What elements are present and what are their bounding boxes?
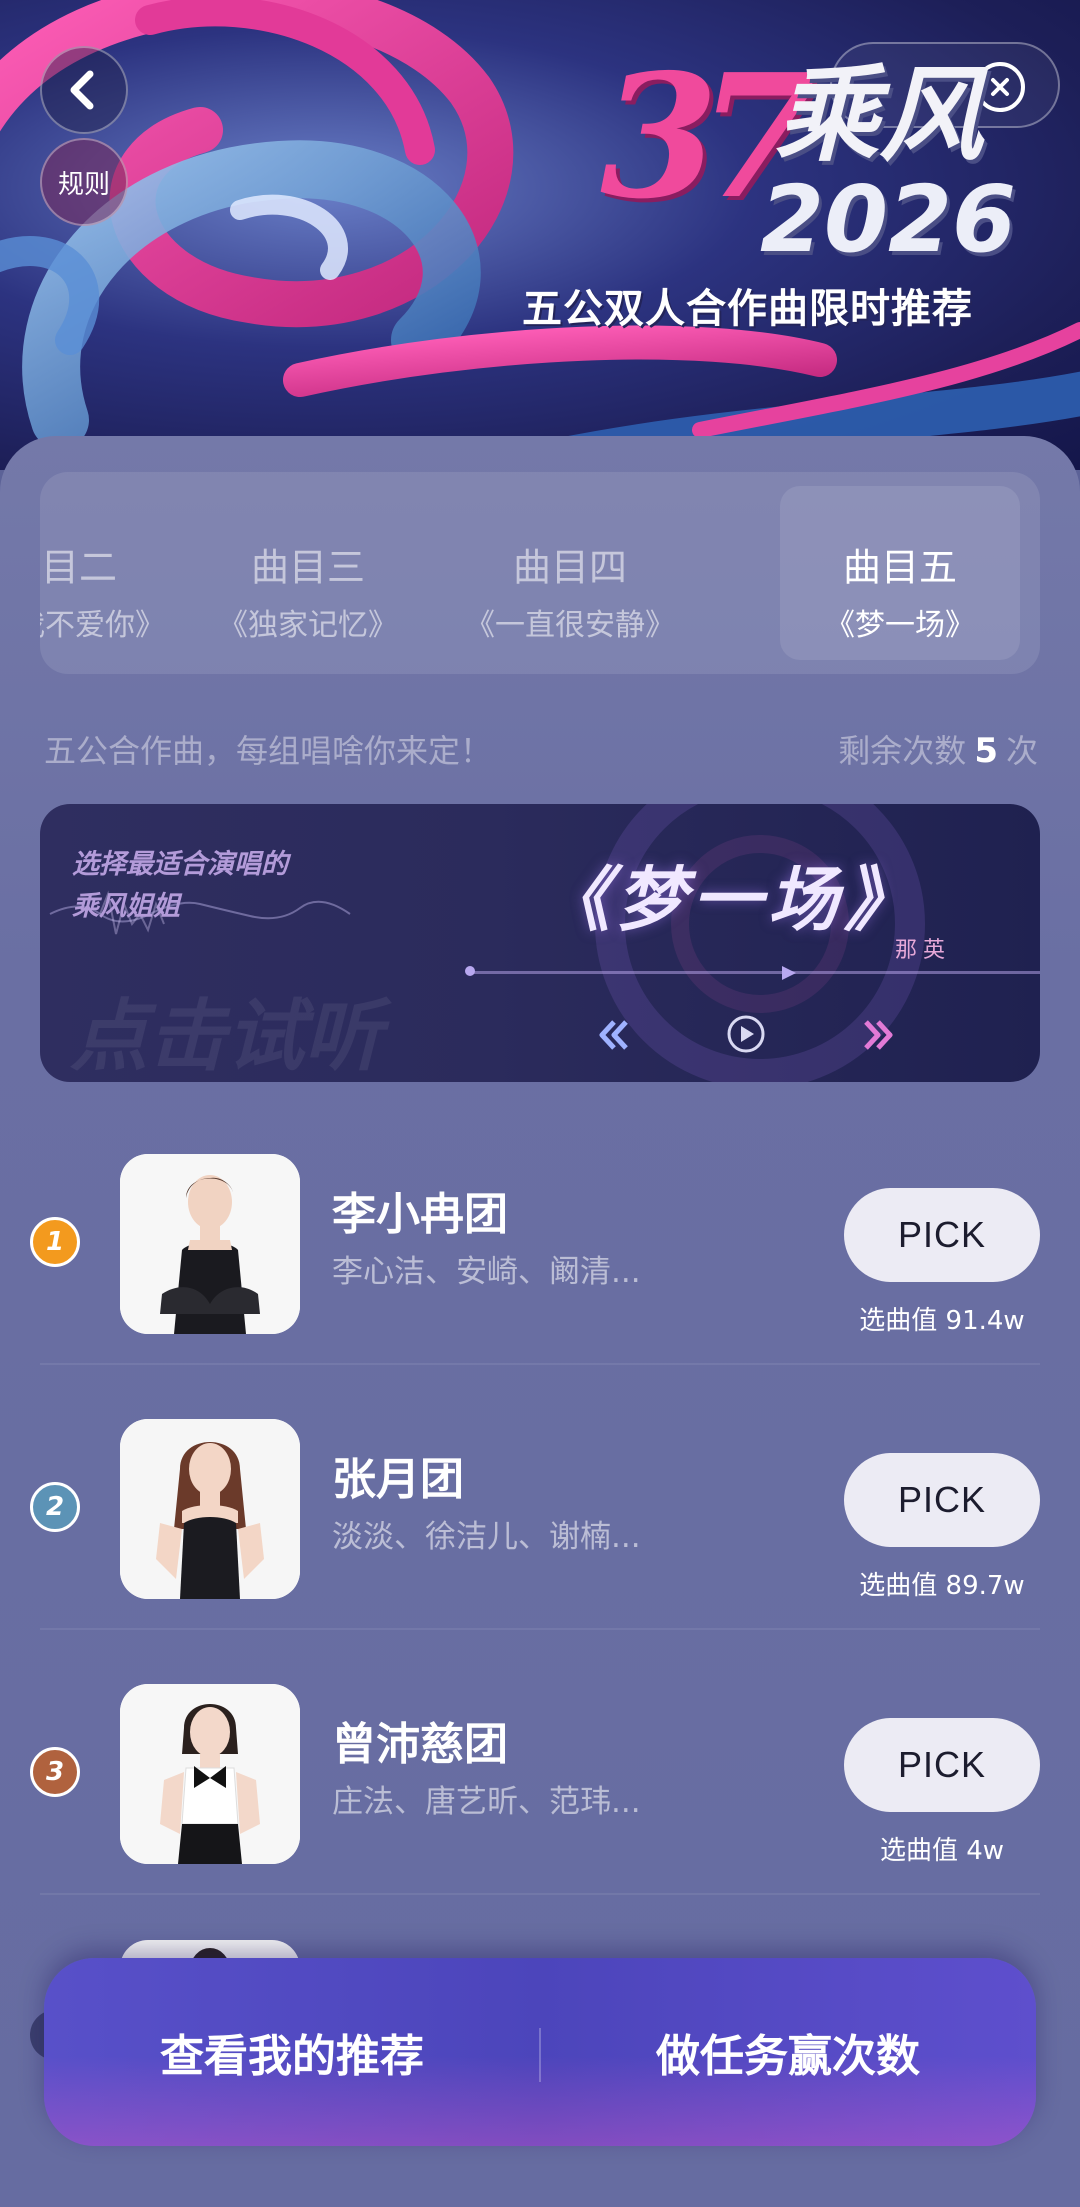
tab-label: 曲目五 [842, 545, 957, 590]
divider [40, 1363, 1040, 1365]
tab-song-name: 《梦一场》 [825, 608, 975, 643]
remaining-suffix: 次 [1005, 732, 1038, 770]
group-members: 淡淡、徐洁儿、谢楠... [332, 1519, 641, 1555]
remaining-count: 剩余次数 5 次 [838, 726, 1038, 772]
group-photo [120, 1419, 300, 1599]
hero-year: 2026 [760, 166, 1017, 273]
hero-title: 乘风 [775, 54, 984, 176]
play-icon[interactable] [726, 1014, 766, 1054]
progress-arrow-icon [782, 966, 796, 980]
audio-progress-track[interactable] [470, 971, 1040, 974]
group-members: 庄法、唐艺昕、范玮... [332, 1784, 641, 1820]
earn-chances-button[interactable]: 做任务赢次数 [540, 1958, 1036, 2146]
tab-song-2[interactable]: 曲目二 《说我不爱你》 [40, 472, 180, 674]
pick-button[interactable]: PICK [844, 1718, 1040, 1812]
pick-score: 选曲值 4w [879, 1836, 1005, 1866]
tab-song-5[interactable]: 曲目五 《梦一场》 [780, 486, 1020, 660]
portrait-image [120, 1419, 300, 1599]
hint-text: 五公合作曲，每组唱啥你来定！ [44, 732, 493, 770]
tab-song-4[interactable]: 曲目四 《一直很安静》 [450, 472, 690, 674]
song-tabs: 曲目二 《说我不爱你》 曲目三 《独家记忆》 曲目四 《一直很安静》 曲目五 《… [40, 472, 1040, 674]
banner-caption-line2: 乘风姐姐 [72, 891, 180, 922]
divider [40, 1628, 1040, 1630]
tab-song-3[interactable]: 曲目三 《独家记忆》 [188, 472, 428, 674]
banner-caption-line1: 选择最适合演唱的 [72, 849, 288, 880]
tab-label: 曲目四 [512, 545, 627, 590]
back-button[interactable] [40, 46, 128, 134]
divider [40, 1893, 1040, 1895]
banner-bg-text: 点击试听 [70, 992, 383, 1082]
portrait-image [120, 1684, 300, 1864]
group-members: 李心洁、安崎、阚清... [332, 1254, 641, 1290]
tab-label: 曲目三 [250, 545, 365, 590]
list-item: 2 张月团 淡淡、徐洁儿、谢楠... PICK 选曲值 89.7w [0, 1393, 1080, 1658]
tab-song-name: 《说我不爱你》 [40, 608, 165, 643]
rank-badge: 2 [30, 1482, 80, 1532]
page: 规则 37 乘风 2026 五公双人合作曲限时推荐 曲目二 《说我不爱你》 曲目… [0, 0, 1080, 2207]
group-name: 张月团 [332, 1454, 464, 1505]
list-item: 1 李小冉团 李心洁、安崎、阚清... PICK 选曲值 91.4w [0, 1128, 1080, 1393]
group-name: 曾沛慈团 [332, 1719, 508, 1770]
chevron-left-icon [70, 70, 94, 110]
view-recommend-button[interactable]: 查看我的推荐 [44, 1958, 540, 2146]
rewind-icon[interactable] [596, 1018, 632, 1052]
audio-progress-handle[interactable] [465, 966, 475, 976]
list-item: 3 曾沛慈团 庄法、唐艺昕、范玮... PICK 选曲值 4w [0, 1658, 1080, 1923]
pick-button[interactable]: PICK [844, 1453, 1040, 1547]
rank-badge: 3 [30, 1747, 80, 1797]
portrait-image [120, 1154, 300, 1334]
hero-banner: 规则 37 乘风 2026 五公双人合作曲限时推荐 [0, 0, 1080, 470]
main-card: 曲目二 《说我不爱你》 曲目三 《独家记忆》 曲目四 《一直很安静》 曲目五 《… [0, 436, 1080, 2207]
bottom-action-bar: 查看我的推荐 做任务赢次数 [44, 1958, 1036, 2146]
rank-badge: 1 [30, 1217, 80, 1267]
group-photo [120, 1684, 300, 1864]
fast-forward-icon[interactable] [860, 1018, 896, 1052]
pick-score: 选曲值 91.4w [859, 1306, 1025, 1336]
rules-button[interactable]: 规则 [40, 138, 128, 226]
group-photo [120, 1154, 300, 1334]
banner-singer: 那英 [895, 938, 952, 963]
pick-button[interactable]: PICK [844, 1188, 1040, 1282]
close-icon [991, 78, 1009, 96]
hero-subtitle: 五公双人合作曲限时推荐 [522, 286, 973, 332]
pick-score: 选曲值 89.7w [859, 1571, 1025, 1601]
tab-song-name: 《一直很安静》 [465, 608, 675, 643]
song-preview-banner[interactable]: 点击试听 选择最适合演唱的 乘风姐姐 《梦一场》 那英 [40, 804, 1040, 1082]
remaining-prefix: 剩余次数 [838, 732, 967, 770]
tab-song-name: 《独家记忆》 [218, 608, 398, 643]
banner-song-title: 《梦一场》 [540, 858, 920, 941]
tab-label: 曲目二 [40, 545, 117, 590]
remaining-number: 5 [974, 731, 998, 771]
group-name: 李小冉团 [332, 1189, 508, 1240]
